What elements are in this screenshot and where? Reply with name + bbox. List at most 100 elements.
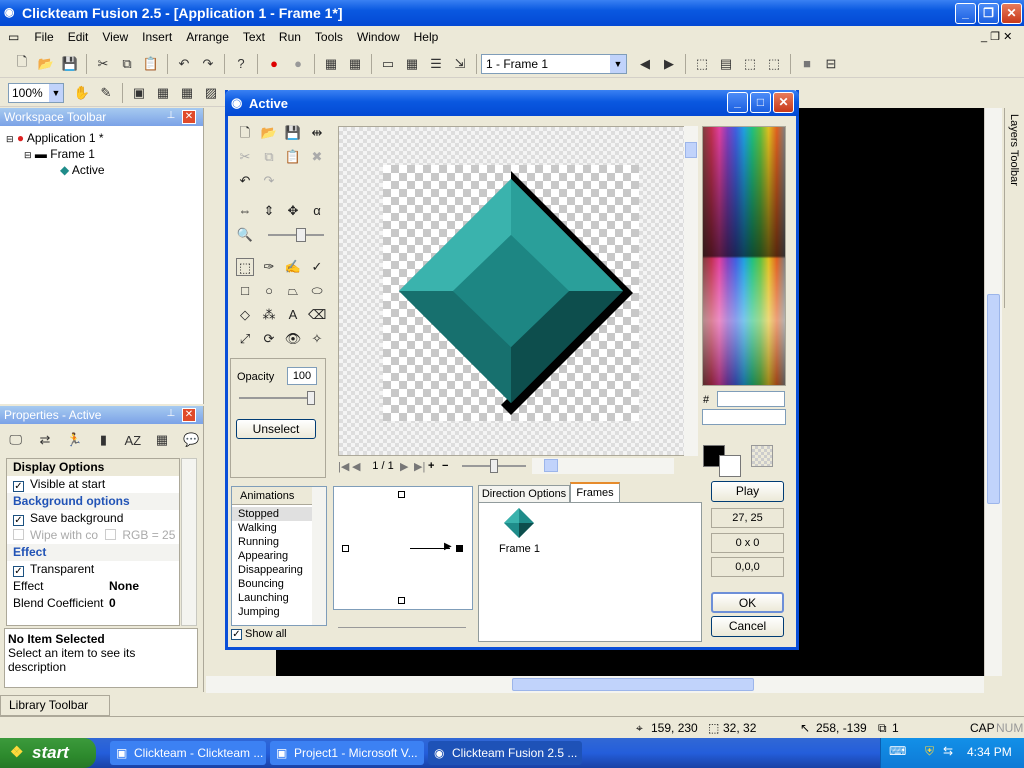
close-icon[interactable]: ✕ [182,408,196,422]
storyboard-icon[interactable]: ▦ [321,54,341,74]
show-all-option[interactable]: ✓ Show all [231,628,287,640]
frame-canvas-bottom[interactable] [276,650,984,676]
opacity-slider-handle[interactable] [307,391,315,405]
paste-icon[interactable]: 📋 [141,54,161,74]
data-icon[interactable]: ⇲ [450,54,470,74]
shape-icon[interactable]: ⬭ [308,282,326,300]
vertical-scroll-thumb[interactable] [987,294,1000,504]
tab-runtime-icon[interactable]: 🏃 [65,430,84,450]
tab-frames[interactable]: Frames [570,482,620,503]
color-palette[interactable] [702,126,786,386]
brush-icon[interactable]: ✍ [284,258,302,276]
next-frame-icon[interactable]: ▶ [400,460,414,473]
opacity-input[interactable]: 100 [287,367,317,385]
eraser-icon[interactable]: ⌫ [308,306,326,324]
spray-icon[interactable]: ⁂ [260,306,278,324]
zoom-icon[interactable]: 🔍 [236,226,254,244]
open-icon[interactable]: 📂 [36,54,56,74]
tab-movement-icon[interactable]: ⇄ [35,430,54,450]
zoom-select[interactable]: 100% ▼ [8,82,64,103]
text-icon[interactable]: A [284,306,302,324]
prop-blend[interactable]: Blend Coefficient 0 [7,595,179,612]
cut-icon[interactable]: ✂ [93,54,113,74]
import-icon[interactable]: 📂 [260,124,278,142]
pen-icon[interactable]: ✓ [308,258,326,276]
chevron-down-icon[interactable]: ▼ [610,54,626,73]
cancel-button[interactable]: Cancel [711,616,784,637]
prop-visible-at-start[interactable]: ✓ Visible at start [7,476,179,493]
opacity-slider-track[interactable] [239,397,315,399]
menu-help[interactable]: Help [407,26,446,48]
maximize-icon[interactable]: □ [750,92,771,113]
minimize-icon[interactable]: _ [955,3,976,24]
pin-icon[interactable]: ⊥ [164,408,178,422]
flip-h-icon[interactable]: ⇔ [236,202,254,220]
speed-slider[interactable] [338,620,466,628]
forward-icon[interactable]: ● [288,54,308,74]
checkbox[interactable] [13,529,24,540]
close-icon[interactable]: ✕ [773,92,794,113]
prev-frame-icon[interactable]: ◀ [352,460,366,473]
rotate-icon[interactable]: ⟳ [260,330,278,348]
direction-selector[interactable]: ▶ [333,486,473,610]
checkbox[interactable] [105,529,117,540]
tab-sort-icon[interactable]: AZ [123,430,142,450]
tab-direction-options[interactable]: Direction Options [478,485,570,503]
undo-icon[interactable]: ↶ [236,172,254,190]
prop-save-background[interactable]: ✓ Save background [7,510,179,527]
event-editor-icon[interactable]: ▦ [402,54,422,74]
checkbox[interactable]: ✓ [13,481,24,492]
add-frame-icon[interactable]: + [428,460,442,472]
menu-insert[interactable]: Insert [135,26,179,48]
redo-icon[interactable]: ↷ [260,172,278,190]
mdi-controls[interactable]: _ ❐ ✕ [974,26,1019,48]
delete-icon[interactable]: ✖ [308,148,326,166]
eye-icon[interactable]: 👁 [284,330,302,348]
close-icon[interactable]: ✕ [1001,3,1022,24]
flip-v-icon[interactable]: ⇕ [260,202,278,220]
transform-icon[interactable]: ⇹ [308,124,326,142]
hand-icon[interactable]: ✋ [72,83,92,103]
stop-run-icon[interactable]: ● [264,54,284,74]
edit-icon[interactable]: ✎ [96,83,116,103]
layers-toolbar[interactable]: Layers Toolbar [1004,108,1024,308]
menu-tools[interactable]: Tools [308,26,350,48]
fill-icon[interactable]: ◇ [236,306,254,324]
hotspot-icon[interactable]: ✧ [308,330,326,348]
paste-icon[interactable]: 📋 [284,148,302,166]
transparent-color[interactable] [751,445,773,467]
rectangle-icon[interactable]: □ [236,282,254,300]
ellipse-icon[interactable]: ○ [260,282,278,300]
image-canvas[interactable] [338,126,686,456]
tool-c-icon[interactable]: ⬚ [740,54,760,74]
menu-file[interactable]: File [27,26,60,48]
prop-wipe[interactable]: Wipe with co RGB = 25 [7,527,179,544]
first-frame-icon[interactable]: |◀ [338,460,352,473]
last-frame-icon[interactable]: ▶| [414,460,428,473]
horizontal-scrollbar[interactable] [206,676,984,693]
restore-icon[interactable]: ❐ [978,3,999,24]
save-icon[interactable]: 💾 [60,54,80,74]
canvas-vscroll-thumb[interactable] [685,142,697,158]
cut-icon[interactable]: ✂ [236,148,254,166]
alpha-icon[interactable]: α [308,202,326,220]
new-icon[interactable]: 🗋 [12,54,32,74]
sprite-diamond[interactable] [383,165,639,421]
tab-grid-icon[interactable]: ▦ [152,430,171,450]
copy-icon[interactable]: ⧉ [117,54,137,74]
select-rect-icon[interactable]: ⬚ [236,258,254,276]
snap-icon[interactable]: ▦ [153,83,173,103]
canvas-hscroll[interactable] [532,458,674,474]
pin-icon[interactable]: ⊥ [164,110,178,124]
shield-icon[interactable]: ⛨ [925,744,934,759]
grid-show-icon[interactable]: ▦ [177,83,197,103]
tool-d-icon[interactable]: ⬚ [764,54,784,74]
checkbox[interactable]: ✓ [231,628,242,640]
menu-edit[interactable]: Edit [61,26,96,48]
hex-input[interactable] [717,391,785,407]
tree-item-frame[interactable]: ⊟ ▬ Frame 1 [6,146,203,162]
minimize-icon[interactable]: _ [727,92,748,113]
save-icon[interactable]: 💾 [284,124,302,142]
resize-icon[interactable]: ✥ [284,202,302,220]
tree-item-active[interactable]: ◆ Active [6,162,203,178]
